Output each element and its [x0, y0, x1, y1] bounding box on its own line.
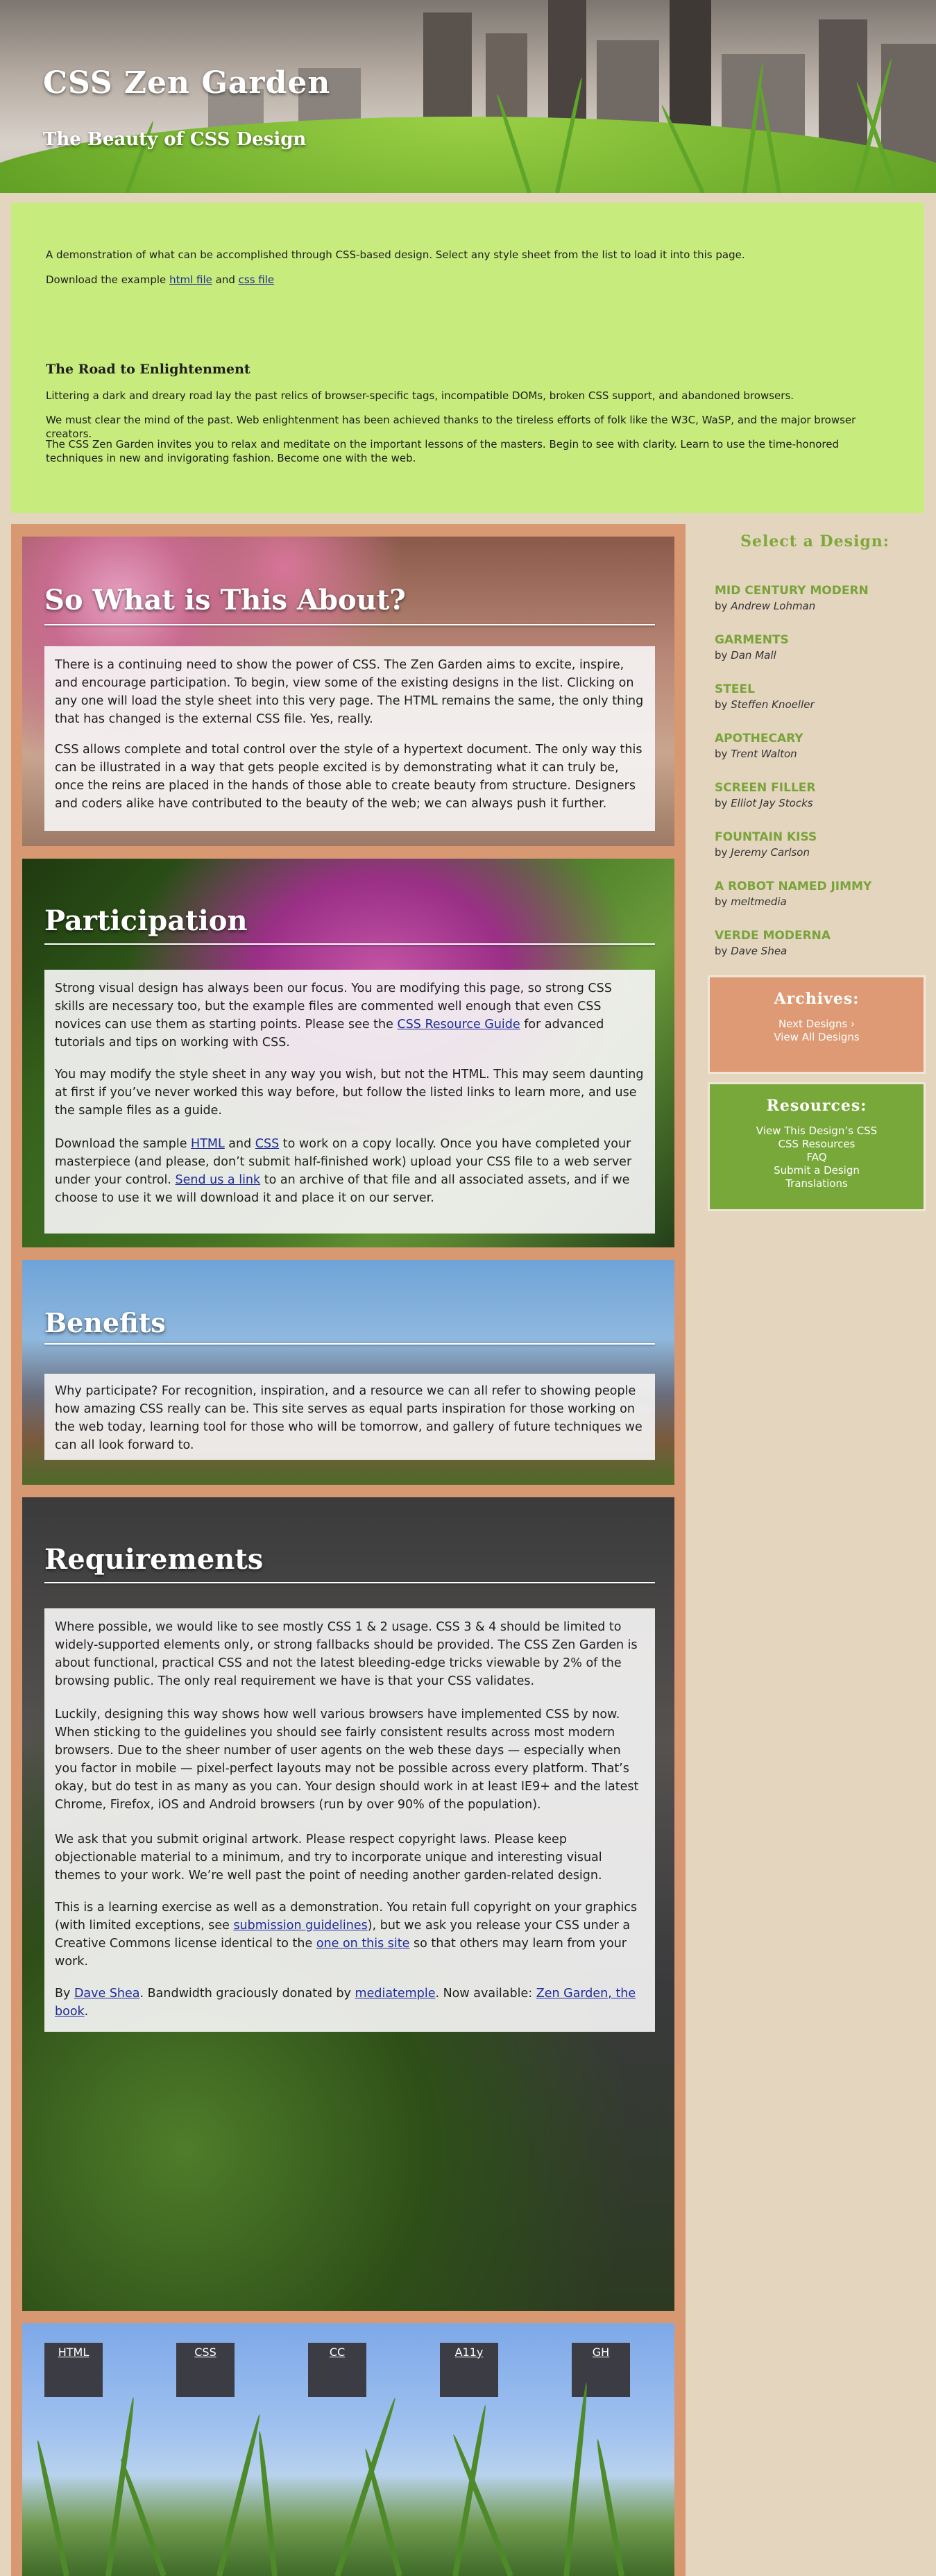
- css-resources-link[interactable]: CSS Resources: [710, 1138, 924, 1151]
- design-item: STEEL by Steffen Knoeller: [715, 682, 815, 711]
- requirements-text-3: We ask that you submit original artwork.…: [55, 1833, 602, 1883]
- requirements-text-5: By Dave Shea. Bandwidth graciously donat…: [55, 1987, 636, 2019]
- translations-link[interactable]: Translations: [710, 1177, 924, 1190]
- preamble-heading: The Road to Enlightenment: [46, 362, 250, 377]
- participation-heading: Participation: [44, 904, 248, 937]
- footer-a11y-link[interactable]: A11y: [440, 2343, 498, 2397]
- requirements-heading: Requirements: [44, 1543, 264, 1576]
- heading-rule: [44, 943, 655, 945]
- design-link[interactable]: STEEL: [715, 682, 815, 696]
- view-all-designs-link[interactable]: View All Designs: [710, 1031, 924, 1044]
- html-file-link[interactable]: html file: [169, 273, 212, 286]
- design-link[interactable]: MID CENTURY MODERN: [715, 584, 869, 598]
- css-resource-guide-link[interactable]: CSS Resource Guide: [397, 1018, 520, 1032]
- participation-text-3: Download the sample HTML and CSS to work…: [55, 1137, 632, 1205]
- page-footer: HTML CSS CC A11y GH: [22, 2323, 674, 2576]
- design-item: A ROBOT NAMED JIMMY by meltmedia: [715, 879, 872, 908]
- design-link[interactable]: FOUNTAIN KISS: [715, 830, 817, 844]
- design-sidebar: Select a Design: MID CENTURY MODERN by A…: [694, 524, 936, 2576]
- submit-design-link[interactable]: Submit a Design: [710, 1164, 924, 1177]
- mediatemple-link[interactable]: mediatemple: [355, 1987, 436, 2001]
- explanation-text-1: There is a continuing need to show the p…: [55, 658, 644, 726]
- requirements-text-1: Where possible, we would like to see mos…: [55, 1620, 638, 1688]
- footer-gh-link[interactable]: GH: [572, 2343, 630, 2397]
- benefits-panel: Why participate? For recognition, inspir…: [44, 1374, 655, 1460]
- footer-css-link[interactable]: CSS: [176, 2343, 235, 2397]
- explanation-text-2: CSS allows complete and total control ov…: [55, 743, 643, 811]
- css-file-link[interactable]: css file: [239, 273, 275, 286]
- select-design-heading: Select a Design:: [740, 532, 890, 550]
- design-item: GARMENTS by Dan Mall: [715, 633, 789, 662]
- design-link[interactable]: GARMENTS: [715, 633, 789, 647]
- site-title: CSS Zen Garden: [43, 65, 331, 101]
- benefits-section: Benefits Why participate? For recognitio…: [22, 1260, 674, 1485]
- design-link[interactable]: A ROBOT NAMED JIMMY: [715, 879, 871, 893]
- view-css-link[interactable]: View This Design’s CSS: [710, 1125, 924, 1138]
- sample-css-link[interactable]: CSS: [255, 1137, 279, 1151]
- license-link[interactable]: one on this site: [316, 1937, 410, 1951]
- heading-rule: [44, 1582, 655, 1583]
- participation-panel: Strong visual design has always been our…: [44, 970, 655, 1234]
- design-item: APOTHECARY by Trent Walton: [715, 732, 803, 760]
- page-header: CSS Zen Garden The Beauty of CSS Design: [0, 0, 936, 193]
- archives-box: Archives: Next Designs › View All Design…: [708, 975, 926, 1074]
- preamble-text-2: We must clear the mind of the past. Web …: [46, 414, 856, 440]
- heading-rule: [44, 624, 655, 625]
- design-item: VERDE MODERNA by Dave Shea: [715, 929, 831, 957]
- send-link-link[interactable]: Send us a link: [176, 1173, 261, 1187]
- sample-html-link[interactable]: HTML: [191, 1137, 225, 1151]
- submission-guidelines-link[interactable]: submission guidelines: [233, 1919, 367, 1933]
- intro-section: A demonstration of what can be accomplis…: [11, 203, 924, 513]
- archives-heading: Archives:: [774, 990, 860, 1008]
- resources-box: Resources: View This Design’s CSS CSS Re…: [708, 1082, 926, 1211]
- intro-download: Download the example html file and css f…: [46, 273, 275, 286]
- requirements-text-2: Luckily, designing this way shows how we…: [55, 1708, 639, 1812]
- participation-text-2: You may modify the style sheet in any wa…: [55, 1068, 644, 1118]
- design-link[interactable]: SCREEN FILLER: [715, 781, 816, 795]
- explanation-panel: There is a continuing need to show the p…: [44, 646, 655, 831]
- benefits-heading: Benefits: [44, 1307, 166, 1338]
- intro-summary: A demonstration of what can be accomplis…: [46, 249, 745, 261]
- heading-rule: [44, 1343, 655, 1345]
- requirements-section: Requirements Where possible, we would li…: [22, 1497, 674, 2311]
- next-designs-link[interactable]: Next Designs ›: [710, 1018, 924, 1031]
- footer-cc-link[interactable]: CC: [308, 2343, 366, 2397]
- design-link[interactable]: VERDE MODERNA: [715, 929, 831, 943]
- explanation-section: So What is This About? There is a contin…: [22, 537, 674, 846]
- participation-section: Participation Strong visual design has a…: [22, 859, 674, 1247]
- site-subtitle: The Beauty of CSS Design: [43, 129, 307, 150]
- explanation-heading: So What is This About?: [44, 584, 406, 616]
- requirements-text-4: This is a learning exercise as well as a…: [55, 1901, 638, 1969]
- footer-html-link[interactable]: HTML: [44, 2343, 103, 2397]
- benefits-text-1: Why participate? For recognition, inspir…: [55, 1384, 643, 1452]
- faq-link[interactable]: FAQ: [710, 1151, 924, 1164]
- design-item: SCREEN FILLER by Elliot Jay Stocks: [715, 781, 816, 809]
- design-link[interactable]: APOTHECARY: [715, 732, 803, 746]
- resources-heading: Resources:: [766, 1097, 867, 1115]
- design-item: FOUNTAIN KISS by Jeremy Carlson: [715, 830, 817, 859]
- design-item: MID CENTURY MODERN by Andrew Lohman: [715, 584, 869, 612]
- participation-text-1: Strong visual design has always been our…: [55, 982, 612, 1050]
- dave-shea-link[interactable]: Dave Shea: [74, 1987, 140, 2001]
- preamble-text-3: The CSS Zen Garden invites you to relax …: [46, 438, 839, 464]
- main-content: So What is This About? There is a contin…: [11, 524, 686, 2576]
- preamble-text-1: Littering a dark and dreary road lay the…: [46, 389, 794, 402]
- requirements-panel: Where possible, we would like to see mos…: [44, 1608, 655, 2032]
